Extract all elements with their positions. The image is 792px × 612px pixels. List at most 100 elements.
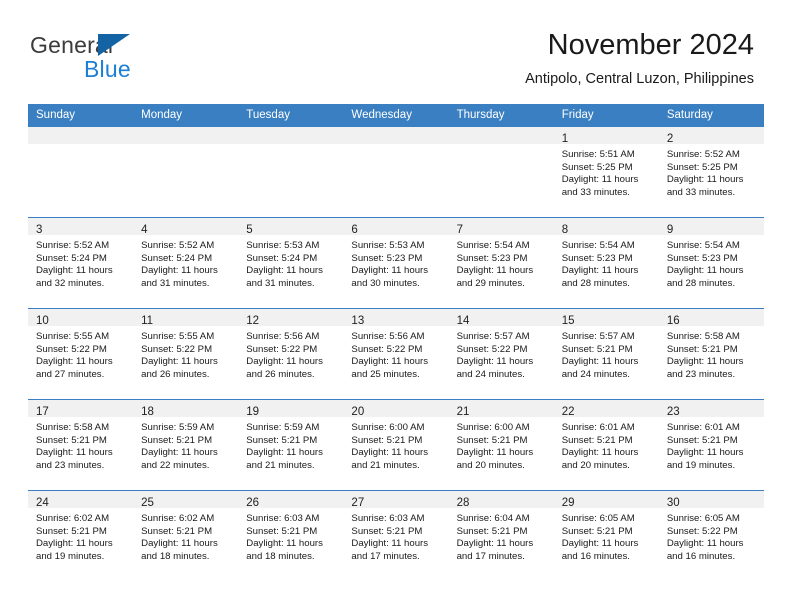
day-details: Sunrise: 6:03 AM Sunset: 5:21 PM Daylight:… [238,508,343,563]
day-number: 3 [36,224,43,236]
day-detail-line: and 28 minutes. [666,277,736,289]
calendar-week-row: 17 Sunrise: 5:58 AM Sunset: 5:21 PM Dayligh… [28,399,764,491]
general-blue-logo[interactable]: General Blue [30,32,210,88]
day-detail-line: Sunrise: 6:00 AM [351,422,425,433]
weekday-header-sunday: Sunday [28,104,134,127]
day-detail-line: Daylight: 11 hours [141,265,218,277]
day-detail-line: Sunrise: 5:53 AM [246,240,320,251]
day-detail-line: Sunset: 5:21 PM [351,525,423,537]
calendar-day-cell[interactable]: 26 Sunrise: 6:03 AM Sunset: 5:21 PM Dayligh… [238,490,344,581]
calendar-day-cell[interactable]: 10 Sunrise: 5:55 AM Sunset: 5:22 PM Dayligh… [28,308,134,400]
calendar-day-cell[interactable]: 30 Sunrise: 6:05 AM Sunset: 5:22 PM Dayligh… [658,490,764,581]
day-detail-line: Daylight: 11 hours [666,265,744,277]
day-detail-line: Daylight: 11 hours [456,447,534,459]
calendar-day-cell-empty [238,126,344,218]
day-number: 17 [36,406,49,418]
day-details [343,144,448,149]
day-details: Sunrise: 6:01 AM Sunset: 5:21 PM Daylight:… [554,417,659,472]
day-detail-line: Sunset: 5:23 PM [456,252,528,264]
calendar-day-cell[interactable]: 25 Sunrise: 6:02 AM Sunset: 5:21 PM Dayligh… [133,490,239,581]
day-number-band [133,127,239,144]
calendar-day-cell[interactable]: 11 Sunrise: 5:55 AM Sunset: 5:22 PM Dayligh… [133,308,239,400]
day-details: Sunrise: 5:55 AM Sunset: 5:22 PM Daylight:… [133,326,238,381]
day-detail-line: Daylight: 11 hours [666,447,744,459]
triangle-icon [98,34,130,56]
calendar-day-cell[interactable]: 18 Sunrise: 5:59 AM Sunset: 5:21 PM Dayligh… [133,399,239,491]
calendar-day-cell[interactable]: 8 Sunrise: 5:54 AM Sunset: 5:23 PM Daylight… [553,217,659,309]
calendar-day-cell[interactable]: 17 Sunrise: 5:58 AM Sunset: 5:21 PM Dayligh… [28,399,134,491]
calendar-day-cell[interactable]: 1 Sunrise: 5:51 AM Sunset: 5:25 PM Daylight… [553,126,659,218]
day-number-band: 12 [238,309,344,327]
calendar-day-cell[interactable]: 12 Sunrise: 5:56 AM Sunset: 5:22 PM Dayligh… [238,308,344,400]
day-number: 19 [246,406,260,418]
day-details: Sunrise: 5:58 AM Sunset: 5:21 PM Daylight:… [28,417,133,472]
day-detail-line: Daylight: 11 hours [36,538,113,550]
day-number-band: 19 [238,400,344,418]
day-details: Sunrise: 6:00 AM Sunset: 5:21 PM Daylight:… [343,417,448,472]
calendar-day-cell[interactable]: 13 Sunrise: 5:56 AM Sunset: 5:22 PM Dayligh… [343,308,449,400]
calendar-day-cell[interactable]: 23 Sunrise: 6:01 AM Sunset: 5:21 PM Dayligh… [658,399,764,491]
day-number: 12 [246,315,260,327]
calendar-day-cell[interactable]: 5 Sunrise: 5:53 AM Sunset: 5:24 PM Daylight… [238,217,344,309]
calendar-day-cell[interactable]: 19 Sunrise: 5:59 AM Sunset: 5:21 PM Dayligh… [238,399,344,491]
day-number-band: 7 [448,218,554,236]
day-number: 5 [246,224,253,236]
day-detail-line: and 27 minutes. [36,368,105,380]
day-number: 7 [456,224,463,236]
day-detail-line: and 33 minutes. [666,186,736,198]
calendar-day-cell[interactable]: 15 Sunrise: 5:57 AM Sunset: 5:21 PM Dayligh… [553,308,659,400]
day-details: Sunrise: 5:57 AM Sunset: 5:22 PM Daylight:… [449,326,554,381]
day-detail-line: Daylight: 11 hours [246,356,323,368]
title-block: November 2024 Antipolo, Central Luzon, P… [525,28,754,88]
day-details: Sunrise: 5:53 AM Sunset: 5:23 PM Daylight:… [343,235,448,290]
day-number: 4 [141,224,148,236]
day-detail-line: Daylight: 11 hours [561,538,639,550]
day-number-band: 5 [238,218,344,236]
day-detail-line: Daylight: 11 hours [36,356,113,368]
day-detail-line: Daylight: 11 hours [351,356,429,368]
day-detail-line: Daylight: 11 hours [351,538,429,550]
calendar-day-cell[interactable]: 2 Sunrise: 5:52 AM Sunset: 5:25 PM Daylight… [658,126,764,218]
day-detail-line: Sunrise: 6:04 AM [456,513,530,524]
day-details: Sunrise: 5:52 AM Sunset: 5:24 PM Daylight:… [28,235,133,290]
calendar-day-cell[interactable]: 24 Sunrise: 6:02 AM Sunset: 5:21 PM Dayligh… [28,490,134,581]
day-detail-line: Daylight: 11 hours [456,265,534,277]
day-number: 26 [246,497,260,509]
calendar-day-cell[interactable]: 28 Sunrise: 6:04 AM Sunset: 5:21 PM Dayligh… [448,490,554,581]
day-number-band: 21 [448,400,554,418]
day-number-band [448,127,554,144]
calendar-day-cell-empty [343,126,449,218]
day-detail-line: Daylight: 11 hours [141,538,218,550]
day-number-band: 20 [343,400,449,418]
day-number: 23 [666,406,680,418]
calendar-day-cell[interactable]: 9 Sunrise: 5:54 AM Sunset: 5:23 PM Daylight… [658,217,764,309]
calendar-day-cell[interactable]: 29 Sunrise: 6:05 AM Sunset: 5:21 PM Dayligh… [553,490,659,581]
calendar-day-cell[interactable]: 7 Sunrise: 5:54 AM Sunset: 5:23 PM Daylight… [448,217,554,309]
day-details: Sunrise: 5:56 AM Sunset: 5:22 PM Daylight:… [238,326,343,381]
calendar-day-cell[interactable]: 21 Sunrise: 6:00 AM Sunset: 5:21 PM Dayligh… [448,399,554,491]
calendar-day-cell[interactable]: 14 Sunrise: 5:57 AM Sunset: 5:22 PM Dayligh… [448,308,554,400]
calendar-day-cell-empty [133,126,239,218]
day-detail-line: and 20 minutes. [456,459,525,471]
day-detail-line: and 17 minutes. [351,550,420,562]
day-number-band: 17 [28,400,134,418]
day-detail-line: Sunrise: 6:05 AM [561,513,635,524]
calendar-day-cell-empty [28,126,134,218]
day-detail-line: and 29 minutes. [456,277,525,289]
day-detail-line: and 17 minutes. [456,550,525,562]
calendar-day-cell[interactable]: 22 Sunrise: 6:01 AM Sunset: 5:21 PM Dayligh… [553,399,659,491]
calendar-day-cell[interactable]: 3 Sunrise: 5:52 AM Sunset: 5:24 PM Daylight… [28,217,134,309]
day-number-band: 8 [553,218,659,236]
calendar-day-cell[interactable]: 6 Sunrise: 5:53 AM Sunset: 5:23 PM Daylight… [343,217,449,309]
weekday-header-wednesday: Wednesday [343,104,449,127]
day-details: Sunrise: 5:56 AM Sunset: 5:22 PM Daylight:… [343,326,448,381]
calendar-day-cell[interactable]: 20 Sunrise: 6:00 AM Sunset: 5:21 PM Dayligh… [343,399,449,491]
day-detail-line: and 25 minutes. [351,368,420,380]
calendar-day-cell[interactable]: 16 Sunrise: 5:58 AM Sunset: 5:21 PM Dayligh… [658,308,764,400]
calendar-day-cell[interactable]: 4 Sunrise: 5:52 AM Sunset: 5:24 PM Daylight… [133,217,239,309]
calendar-day-cell[interactable]: 27 Sunrise: 6:03 AM Sunset: 5:21 PM Dayligh… [343,490,449,581]
day-detail-line: Sunrise: 5:52 AM [666,149,740,160]
day-detail-line: Daylight: 11 hours [666,356,744,368]
day-number: 14 [456,315,470,327]
weekday-header-row: Sunday Monday Tuesday Wednesday Thursday… [28,104,764,127]
